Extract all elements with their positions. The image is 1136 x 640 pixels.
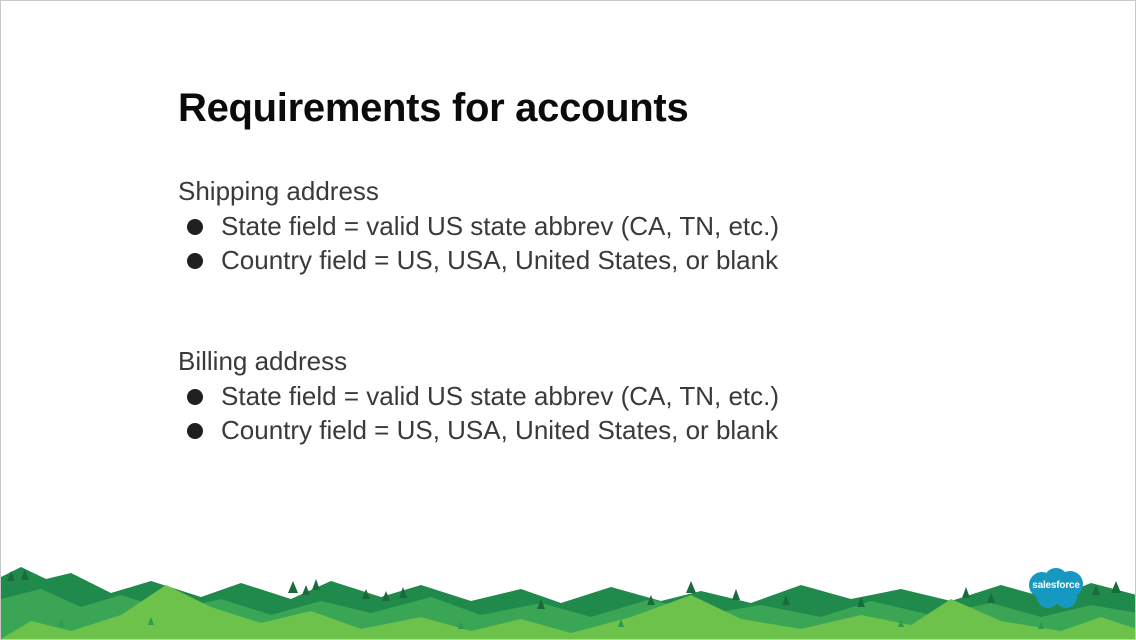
bullet-list: State field = valid US state abbrev (CA,… — [178, 379, 779, 447]
slide: Requirements for accounts Shipping addre… — [0, 0, 1136, 640]
bullet-dot-icon — [187, 253, 203, 269]
bullet-item: State field = valid US state abbrev (CA,… — [178, 209, 779, 243]
billing-address-section: Billing address State field = valid US s… — [178, 345, 779, 447]
bullet-dot-icon — [187, 423, 203, 439]
bullet-text: State field = valid US state abbrev (CA,… — [221, 381, 780, 411]
bullet-dot-icon — [187, 219, 203, 235]
bullet-text: State field = valid US state abbrev (CA,… — [221, 211, 780, 241]
bullet-item: Country field = US, USA, United States, … — [178, 243, 779, 277]
slide-title: Requirements for accounts — [178, 86, 689, 130]
bullet-text: Country field = US, USA, United States, … — [221, 415, 779, 445]
mountains-trees-icon — [1, 559, 1135, 639]
section-heading: Shipping address — [178, 176, 379, 206]
bullet-list: State field = valid US state abbrev (CA,… — [178, 209, 779, 277]
bullet-text: Country field = US, USA, United States, … — [221, 245, 779, 275]
salesforce-logo-text: salesforce — [1032, 580, 1080, 591]
bullet-item: State field = valid US state abbrev (CA,… — [178, 379, 779, 413]
section-heading: Billing address — [178, 346, 348, 376]
shipping-address-section: Shipping address State field = valid US … — [178, 175, 779, 277]
bullet-dot-icon — [187, 389, 203, 405]
bullet-item: Country field = US, USA, United States, … — [178, 413, 779, 447]
